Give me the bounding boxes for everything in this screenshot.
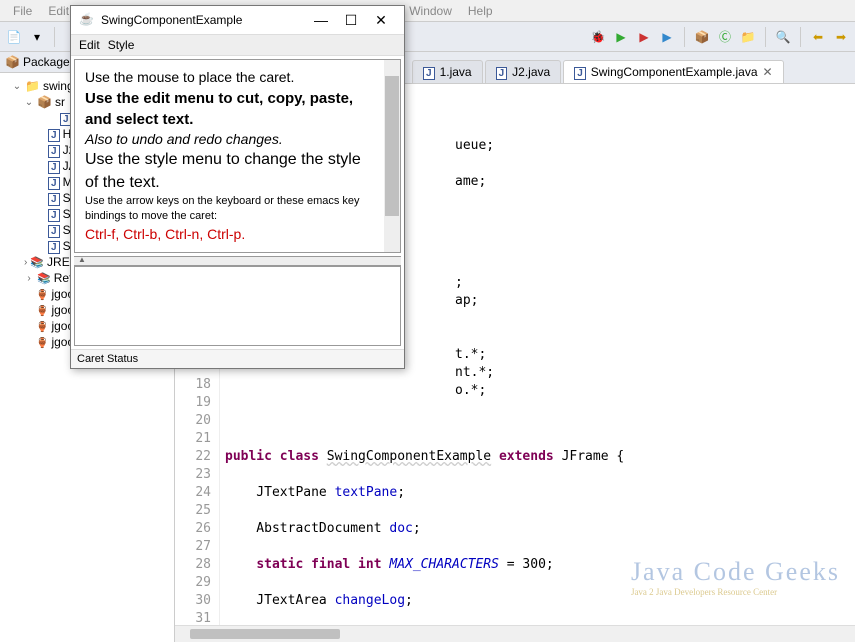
separator xyxy=(684,27,685,47)
text-line-red: Ctrl-f, Ctrl-b, Ctrl-n, Ctrl-p. xyxy=(85,225,372,245)
watermark-subtitle: Java 2 Java Developers Resource Center xyxy=(631,587,840,597)
java-icon xyxy=(48,127,60,141)
java-icon xyxy=(496,65,508,79)
menu-help[interactable]: Help xyxy=(460,4,501,18)
swing-menu-edit[interactable]: Edit xyxy=(79,38,100,52)
jar-icon xyxy=(36,287,48,301)
close-button[interactable]: ✕ xyxy=(366,10,396,30)
java-icon xyxy=(48,143,60,157)
java-icon xyxy=(48,191,60,205)
maximize-button[interactable]: ☐ xyxy=(336,10,366,30)
swing-statusbar: Caret Status xyxy=(71,349,404,368)
forward-icon[interactable]: ➡ xyxy=(832,28,850,46)
new-pkg-icon[interactable]: 📦 xyxy=(693,28,711,46)
swing-textpane[interactable]: Use the mouse to place the caret. Use th… xyxy=(74,59,401,253)
code-fragment: ueue; xyxy=(455,137,494,155)
expand-icon[interactable]: › xyxy=(24,273,34,283)
new-icon[interactable]: 📄 xyxy=(5,28,23,46)
java-icon xyxy=(48,159,60,173)
swing-titlebar[interactable]: ☕ SwingComponentExample — ☐ ✕ xyxy=(71,6,404,35)
code-line xyxy=(225,412,850,430)
expand-icon[interactable]: › xyxy=(24,257,27,267)
code-fragment: ; xyxy=(455,274,463,292)
text-line-italic: Also to undo and redo changes. xyxy=(85,130,372,150)
tab-label: 1.java xyxy=(440,65,472,79)
text-line-large: Use the style menu to change the style o… xyxy=(85,149,372,194)
swing-menubar: Edit Style xyxy=(71,35,404,56)
java-icon xyxy=(48,207,60,221)
code-fragment: ame; xyxy=(455,173,486,191)
expand-icon[interactable]: ⌄ xyxy=(12,81,22,91)
tab-label: SwingComponentExample.java xyxy=(591,65,758,79)
menu-file[interactable]: File xyxy=(5,4,40,18)
jar-icon xyxy=(36,319,48,333)
library-icon xyxy=(30,255,44,269)
editor-tab-active[interactable]: SwingComponentExample.java ✕ xyxy=(563,60,783,83)
separator xyxy=(800,27,801,47)
text-line-bold: Use the edit menu to cut, copy, paste, a… xyxy=(85,88,372,130)
watermark-title: Java Code Geeks xyxy=(631,557,840,587)
watermark: Java Code Geeks Java 2 Java Developers R… xyxy=(631,557,840,597)
code-line: public class SwingComponentExample exten… xyxy=(225,448,850,466)
new-folder-icon[interactable]: 📁 xyxy=(739,28,757,46)
code-fragment: nt.*; xyxy=(455,364,494,382)
coverage-icon[interactable]: ▶ xyxy=(658,28,676,46)
folder-icon: 📁 xyxy=(25,79,40,93)
expand-icon[interactable]: ⌄ xyxy=(24,97,34,107)
debug-icon[interactable]: 🐞 xyxy=(589,28,607,46)
scroll-thumb[interactable] xyxy=(385,76,399,216)
code-line: AbstractDocument doc; xyxy=(225,520,850,538)
java-icon xyxy=(48,175,60,189)
swing-changelog[interactable] xyxy=(74,266,401,346)
code-fragment: ap; xyxy=(455,292,478,310)
split-divider[interactable] xyxy=(74,256,401,266)
swing-title: SwingComponentExample xyxy=(101,13,306,27)
text-line: Use the mouse to place the caret. xyxy=(85,68,372,88)
menu-window[interactable]: Window xyxy=(401,4,460,18)
search-icon[interactable]: 🔍 xyxy=(774,28,792,46)
close-icon[interactable]: ✕ xyxy=(763,65,773,79)
minimize-button[interactable]: — xyxy=(306,10,336,30)
separator xyxy=(54,27,55,47)
text-line-small: Use the arrow keys on the keyboard or th… xyxy=(85,194,372,225)
editor-tab[interactable]: J2.java xyxy=(485,60,562,83)
java-icon xyxy=(423,65,435,79)
java-icon xyxy=(48,223,60,237)
editor-tab[interactable]: 1.java xyxy=(412,60,483,83)
code-fragment: o.*; xyxy=(455,382,486,400)
horizontal-scrollbar[interactable] xyxy=(175,625,855,642)
dropdown-icon[interactable]: ▾ xyxy=(28,28,46,46)
vertical-scrollbar[interactable] xyxy=(384,60,400,252)
code-line: JTextPane textPane; xyxy=(225,484,850,502)
package-icon: 📦 xyxy=(5,55,19,69)
jar-icon xyxy=(36,335,48,349)
java-app-icon: ☕ xyxy=(79,12,95,28)
run-ext-icon[interactable]: ▶ xyxy=(635,28,653,46)
java-icon xyxy=(574,65,586,79)
run-icon[interactable]: ▶ xyxy=(612,28,630,46)
library-icon xyxy=(37,271,51,285)
separator xyxy=(765,27,766,47)
swing-app-window: ☕ SwingComponentExample — ☐ ✕ Edit Style… xyxy=(70,5,405,369)
java-icon xyxy=(48,239,60,253)
src-icon: 📦 xyxy=(37,95,52,109)
tab-label: J2.java xyxy=(512,65,550,79)
new-class-icon[interactable]: Ⓒ xyxy=(716,28,734,46)
code-fragment: t.*; xyxy=(455,346,486,364)
jar-icon xyxy=(36,303,48,317)
tree-label: sr xyxy=(55,95,65,109)
swing-menu-style[interactable]: Style xyxy=(108,38,135,52)
back-icon[interactable]: ⬅ xyxy=(809,28,827,46)
